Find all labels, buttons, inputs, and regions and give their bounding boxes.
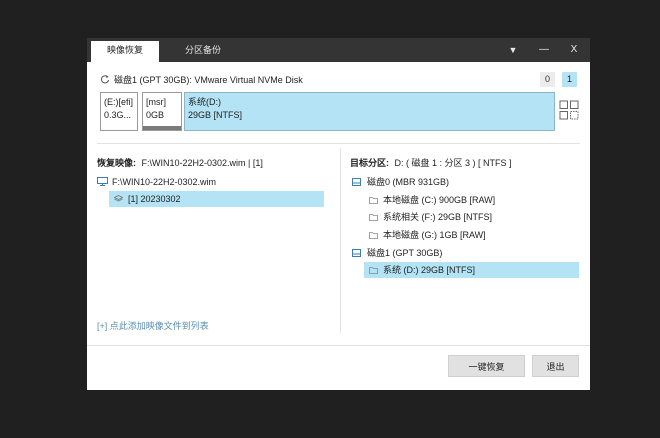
image-file-name: F:\WIN10-22H2-0302.wim bbox=[112, 177, 217, 187]
folder-icon bbox=[369, 232, 378, 239]
image-tree-child[interactable]: [1] 20230302 bbox=[109, 191, 324, 207]
add-image-link[interactable]: [+] 点此添加映像文件到列表 bbox=[97, 319, 209, 332]
partition-efi[interactable]: (E:)[efi] 0.3G... bbox=[100, 92, 138, 131]
main-window: 映像恢复 分区备份 ▼ — X 磁盘1 (GPT 30GB): VMware V… bbox=[87, 38, 590, 390]
disk0-label: 磁盘0 (MBR 931GB) bbox=[367, 177, 450, 187]
partition-size: 29GB [NTFS] bbox=[188, 110, 243, 120]
menu-dropdown-button[interactable]: ▼ bbox=[498, 38, 528, 62]
image-layers-icon bbox=[114, 195, 123, 202]
folder-icon bbox=[369, 197, 378, 204]
partition-size: 0.3G... bbox=[104, 110, 132, 120]
disk-header: 磁盘1 (GPT 30GB): VMware Virtual NVMe Disk… bbox=[100, 72, 580, 87]
folder-icon bbox=[369, 214, 378, 221]
tab-image-restore[interactable]: 映像恢复 bbox=[91, 41, 159, 62]
partition-label: 系统 (D:) 29GB [NTFS] bbox=[383, 265, 476, 275]
disk-index-1[interactable]: 1 bbox=[562, 72, 577, 87]
image-tree-root[interactable]: F:\WIN10-22H2-0302.wim bbox=[97, 174, 327, 190]
image-index-label: [1] 20230302 bbox=[128, 194, 181, 204]
partition-label: 本地磁盘 (G:) 1GB [RAW] bbox=[383, 230, 486, 240]
target-label: 目标分区: D: ( 磁盘 1 : 分区 3 ) [ NTFS ] bbox=[350, 156, 512, 169]
partition-usage-bar bbox=[143, 126, 181, 130]
disk-title: 磁盘1 (GPT 30GB): VMware Virtual NVMe Disk bbox=[114, 75, 303, 85]
title-bar: 映像恢复 分区备份 ▼ — X bbox=[87, 38, 590, 62]
disk1-label: 磁盘1 (GPT 30GB) bbox=[367, 248, 443, 258]
target-value: D: ( 磁盘 1 : 分区 3 ) [ NTFS ] bbox=[394, 158, 512, 168]
disk-drive-icon bbox=[352, 178, 361, 186]
disk1-node[interactable]: 磁盘1 (GPT 30GB) bbox=[352, 245, 577, 261]
target-label-text: 目标分区: bbox=[350, 158, 389, 168]
disk-drive-icon bbox=[352, 249, 361, 257]
refresh-icon[interactable] bbox=[100, 74, 110, 84]
partition-row[interactable]: 本地磁盘 (C:) 900GB [RAW] bbox=[364, 192, 579, 208]
exit-button[interactable]: 退出 bbox=[532, 355, 579, 377]
footer-divider bbox=[87, 345, 590, 346]
partition-row[interactable]: 系统相关 (F:) 29GB [NTFS] bbox=[364, 209, 579, 225]
folder-icon bbox=[369, 267, 378, 274]
partition-name: [msr] bbox=[146, 97, 166, 107]
one-click-restore-button[interactable]: 一键恢复 bbox=[448, 355, 525, 377]
partition-label: 本地磁盘 (C:) 900GB [RAW] bbox=[383, 195, 496, 205]
monitor-icon bbox=[97, 177, 108, 186]
panel-divider bbox=[340, 148, 341, 333]
partition-row-selected[interactable]: 系统 (D:) 29GB [NTFS] bbox=[364, 262, 579, 278]
partition-name: (E:)[efi] bbox=[104, 97, 134, 107]
layout-grid-icon[interactable] bbox=[559, 100, 579, 120]
image-label-text: 恢复映像: bbox=[97, 158, 136, 168]
minimize-button[interactable]: — bbox=[529, 38, 559, 62]
image-value: F:\WIN10-22H2-0302.wim | [1] bbox=[141, 158, 263, 168]
close-button[interactable]: X bbox=[559, 38, 589, 62]
partition-row[interactable]: 本地磁盘 (G:) 1GB [RAW] bbox=[364, 227, 579, 243]
partition-size: 0GB bbox=[146, 110, 165, 120]
partition-name: 系统(D:) bbox=[188, 97, 221, 107]
disk-index-0[interactable]: 0 bbox=[540, 72, 555, 87]
disk0-node[interactable]: 磁盘0 (MBR 931GB) bbox=[352, 174, 577, 190]
tab-partition-backup[interactable]: 分区备份 bbox=[167, 38, 239, 62]
image-label: 恢复映像: F:\WIN10-22H2-0302.wim | [1] bbox=[97, 156, 263, 169]
divider bbox=[97, 143, 580, 144]
partition-label: 系统相关 (F:) 29GB [NTFS] bbox=[383, 212, 493, 222]
partition-msr[interactable]: [msr] 0GB bbox=[142, 92, 182, 131]
partition-system-d[interactable]: 系统(D:) 29GB [NTFS] bbox=[184, 92, 555, 131]
